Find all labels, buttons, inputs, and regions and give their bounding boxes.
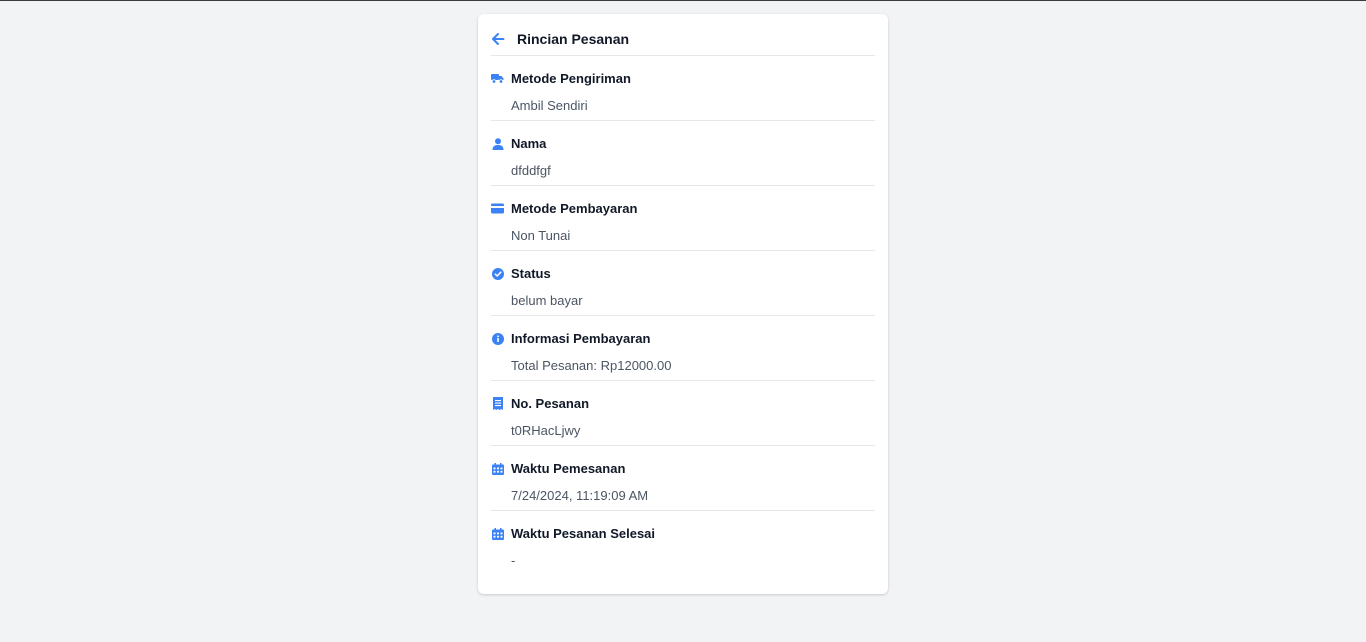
calendar-icon — [491, 527, 504, 540]
detail-row-payment-info: Informasi Pembayaran Total Pesanan: Rp12… — [491, 316, 875, 381]
detail-row-completion-time: Waktu Pesanan Selesai - — [491, 511, 875, 576]
truck-icon — [491, 72, 504, 85]
detail-label: No. Pesanan — [511, 396, 590, 411]
detail-label: Metode Pengiriman — [511, 71, 631, 86]
detail-value: t0RHacLjwy — [511, 423, 581, 438]
detail-value: - — [511, 553, 516, 568]
detail-label: Metode Pembayaran — [511, 201, 638, 216]
order-details-card: Rincian Pesanan Metode Pengiriman Ambil … — [478, 14, 888, 594]
detail-row-shipping-method: Metode Pengiriman Ambil Sendiri — [491, 56, 875, 121]
detail-row-order-time: Waktu Pemesanan 7/24/2024, 11:19:09 AM — [491, 446, 875, 511]
credit-card-icon — [491, 202, 504, 215]
detail-row-order-number: No. Pesanan t0RHacLjwy — [491, 381, 875, 446]
detail-row-status: Status belum bayar — [491, 251, 875, 316]
page-title: Rincian Pesanan — [517, 30, 630, 47]
detail-label: Waktu Pesanan Selesai — [511, 526, 656, 541]
check-circle-icon — [491, 267, 504, 280]
info-circle-icon — [491, 332, 504, 345]
detail-value: Ambil Sendiri — [511, 98, 588, 113]
calendar-icon — [491, 462, 504, 475]
back-arrow-icon[interactable] — [491, 32, 505, 46]
window-top-border — [0, 0, 1366, 1]
detail-label: Informasi Pembayaran — [511, 331, 651, 346]
detail-label: Status — [511, 266, 551, 281]
detail-value: dfddfgf — [511, 163, 551, 178]
detail-value: 7/24/2024, 11:19:09 AM — [511, 488, 649, 503]
detail-row-name: Nama dfddfgf — [491, 121, 875, 186]
detail-value: belum bayar — [511, 293, 583, 308]
detail-row-payment-method: Metode Pembayaran Non Tunai — [491, 186, 875, 251]
card-header: Rincian Pesanan — [491, 14, 875, 56]
detail-value: Total Pesanan: Rp12000.00 — [511, 358, 672, 373]
user-icon — [491, 137, 504, 150]
detail-label: Nama — [511, 136, 547, 151]
detail-value: Non Tunai — [511, 228, 571, 243]
detail-label: Waktu Pemesanan — [511, 461, 626, 476]
receipt-icon — [491, 397, 504, 410]
